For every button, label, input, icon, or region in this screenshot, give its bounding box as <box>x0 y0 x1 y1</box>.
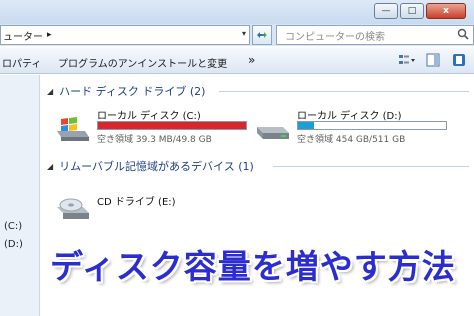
title-bar: — □ x <box>0 0 474 24</box>
drive-usage-fill-c <box>98 122 246 129</box>
maximize-icon: □ <box>407 5 417 16</box>
close-icon: x <box>443 5 449 16</box>
properties-button[interactable]: ロパティ <box>2 55 41 70</box>
address-dropdown-icon[interactable]: ▾ <box>242 29 246 38</box>
drive-usage-fill-d <box>298 122 315 129</box>
more-commands-button[interactable]: » <box>248 53 255 67</box>
uninstall-programs-button[interactable]: プログラムのアンインストールと変更 <box>58 55 227 70</box>
toolbar-icons <box>398 52 468 68</box>
drive-usage-bar <box>297 121 447 130</box>
drive-name: CD ドライブ (E:) <box>97 197 176 208</box>
help-icon[interactable] <box>450 52 468 68</box>
address-row: ューター ▸ ▾ コンピューターの検索 <box>0 24 474 46</box>
search-box[interactable]: コンピューターの検索 <box>276 25 474 45</box>
nav-item-drive-d[interactable]: (D:) <box>4 239 23 250</box>
drive-item-e[interactable]: CD ドライブ (E:) <box>55 187 255 227</box>
breadcrumb-arrow-icon[interactable]: ▸ <box>47 30 52 40</box>
group-divider <box>219 91 469 92</box>
maximize-button[interactable]: □ <box>400 3 424 19</box>
address-path: ューター <box>3 31 43 43</box>
drive-free-space: 空き領域 454 GB/511 GB <box>297 135 406 145</box>
collapse-triangle-icon[interactable]: ◢ <box>47 162 53 171</box>
collapse-triangle-icon[interactable]: ◢ <box>47 87 53 96</box>
group-header-removable[interactable]: ◢ リムーバブル記憶域があるデバイス (1) <box>47 158 254 174</box>
drive-item-c[interactable]: ローカル ディスク (C:) 空き領域 39.3 MB/49.8 GB <box>55 107 255 147</box>
group-title: ハード ディスク ドライブ (2) <box>59 85 206 98</box>
preview-pane-icon[interactable] <box>424 52 442 68</box>
search-icon[interactable] <box>453 28 473 43</box>
drive-name: ローカル ディスク (C:) <box>97 111 201 122</box>
search-input[interactable]: コンピューターの検索 <box>285 28 453 43</box>
navigation-pane: (C:) (D:) <box>0 75 40 316</box>
view-options-icon[interactable] <box>398 52 416 68</box>
cd-drive-icon <box>57 198 89 219</box>
close-button[interactable]: x <box>426 3 466 19</box>
drive-item-d[interactable]: ローカル ディスク (D:) 空き領域 454 GB/511 GB <box>255 107 465 147</box>
group-title: リムーバブル記憶域があるデバイス (1) <box>59 160 254 173</box>
command-bar: ロパティ プログラムのアンインストールと変更 » <box>0 48 474 74</box>
hard-drive-icon <box>257 127 289 139</box>
minimize-button[interactable]: — <box>374 3 398 19</box>
group-divider <box>273 166 469 167</box>
group-header-hard-disks[interactable]: ◢ ハード ディスク ドライブ (2) <box>47 83 205 99</box>
overlay-caption: ディスク容量を増やす方法 <box>50 247 456 286</box>
window-controls: — □ x <box>374 3 466 19</box>
windows-hard-drive-icon <box>57 117 89 141</box>
drive-name: ローカル ディスク (D:) <box>297 111 402 122</box>
refresh-icon <box>257 32 267 38</box>
address-bar[interactable]: ューター ▸ ▾ <box>0 25 250 45</box>
refresh-button[interactable] <box>252 25 272 45</box>
drive-free-space: 空き領域 39.3 MB/49.8 GB <box>97 135 212 145</box>
minimize-icon: — <box>381 5 391 16</box>
nav-item-drive-c[interactable]: (C:) <box>4 221 22 232</box>
drive-usage-bar <box>97 121 247 130</box>
